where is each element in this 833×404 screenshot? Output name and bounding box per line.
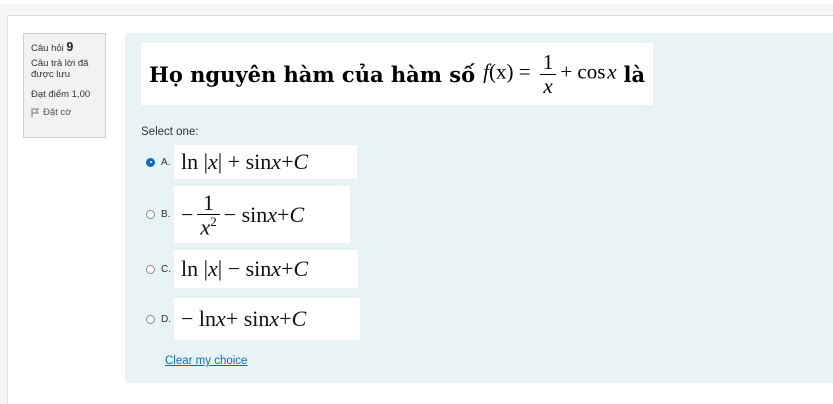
answer-option-a[interactable]: A. ln | x | + sin x + C (146, 145, 357, 179)
clear-my-choice-link[interactable]: Clear my choice (165, 355, 247, 367)
c-part-2: | − sin (217, 256, 272, 281)
question-content: Họ nguyên hàm của hàm số f(x) = 1 x + co… (125, 33, 833, 383)
answer-a-math: ln | x | + sin x + C (174, 145, 357, 179)
answer-option-c[interactable]: C. ln | x | − sin x + C (146, 250, 358, 288)
b-part-2: − sin (223, 201, 268, 227)
a-part-1: ln | (181, 149, 209, 174)
question-text: Họ nguyên hàm của hàm số f(x) = 1 x + co… (141, 43, 653, 105)
func-arg: (x) = (488, 59, 531, 84)
top-bar (0, 0, 833, 4)
c-part-3: + (281, 256, 294, 281)
question-number-line: Câu hỏi 9 (31, 40, 105, 55)
d-var-1: x (216, 306, 226, 331)
option-letter-d: D. (161, 313, 171, 325)
flag-question-button[interactable]: Đặt cờ (31, 107, 105, 118)
d-part-2: + sin (225, 306, 270, 331)
question-state: Câu trả lời đã được lưu (31, 58, 89, 81)
question-label: Câu hỏi (31, 43, 64, 54)
fraction-numerator: 1 (542, 50, 554, 75)
d-var-3: C (291, 306, 307, 331)
b-den-exp: 2 (210, 213, 217, 229)
a-part-3: + (281, 149, 294, 174)
d-var-2: x (269, 306, 280, 331)
c-var-1: x (208, 256, 218, 281)
quiz-page: Câu hỏi 9 Câu trả lời đã được lưu Đạt đi… (0, 0, 833, 404)
option-letter-c: C. (161, 263, 171, 275)
a-var-1: x (208, 149, 218, 174)
b-fraction-denominator: x2 (197, 213, 220, 240)
answer-b-math: − 1 x2 − sin x + C (174, 186, 350, 243)
question-grade: Đạt điểm 1,00 (31, 88, 91, 100)
b-part-1: − (181, 201, 194, 227)
answer-option-d[interactable]: D. − ln x + sin x + C (146, 298, 360, 340)
flag-icon (31, 108, 39, 118)
b-var-3: C (289, 201, 305, 227)
d-part-3: + (279, 306, 292, 331)
radio-d[interactable] (146, 314, 155, 324)
answer-option-b[interactable]: B. − 1 x2 − sin x + C (146, 186, 350, 243)
radio-c[interactable] (146, 264, 155, 274)
question-math: f(x) = 1 x + cos x (483, 51, 616, 96)
d-part-1: − ln (181, 306, 217, 331)
option-letter-b: B. (161, 209, 171, 220)
b-fraction: 1 x2 (197, 189, 220, 240)
a-part-2: | + sin (217, 149, 272, 174)
a-var-2: x (271, 149, 282, 174)
b-fraction-numerator: 1 (203, 189, 215, 215)
a-var-3: C (293, 149, 309, 174)
b-den-var: x (200, 214, 211, 240)
question-number: 9 (66, 40, 74, 54)
c-var-2: x (271, 256, 282, 281)
question-info: Câu hỏi 9 Câu trả lời đã được lưu Đạt đi… (23, 33, 106, 138)
radio-b[interactable] (146, 210, 155, 219)
question-fraction: 1 x (540, 50, 557, 97)
question-text-prefix: Họ nguyên hàm của hàm số (149, 61, 476, 87)
question-tail-var: x (607, 59, 617, 84)
question-tail: + cos (560, 59, 606, 84)
b-part-3: + (277, 201, 290, 227)
c-var-3: C (293, 256, 309, 281)
answer-c-math: ln | x | − sin x + C (174, 250, 358, 288)
flag-label: Đặt cờ (43, 107, 72, 119)
select-one-prompt: Select one: (141, 126, 199, 138)
fraction-denominator: x (540, 73, 556, 97)
answer-d-math: − ln x + sin x + C (174, 298, 360, 340)
c-part-1: ln | (181, 256, 209, 281)
b-var-2: x (267, 201, 278, 227)
option-letter-a: A. (161, 156, 171, 168)
question-text-suffix: là (623, 61, 646, 87)
radio-a[interactable] (146, 157, 155, 167)
